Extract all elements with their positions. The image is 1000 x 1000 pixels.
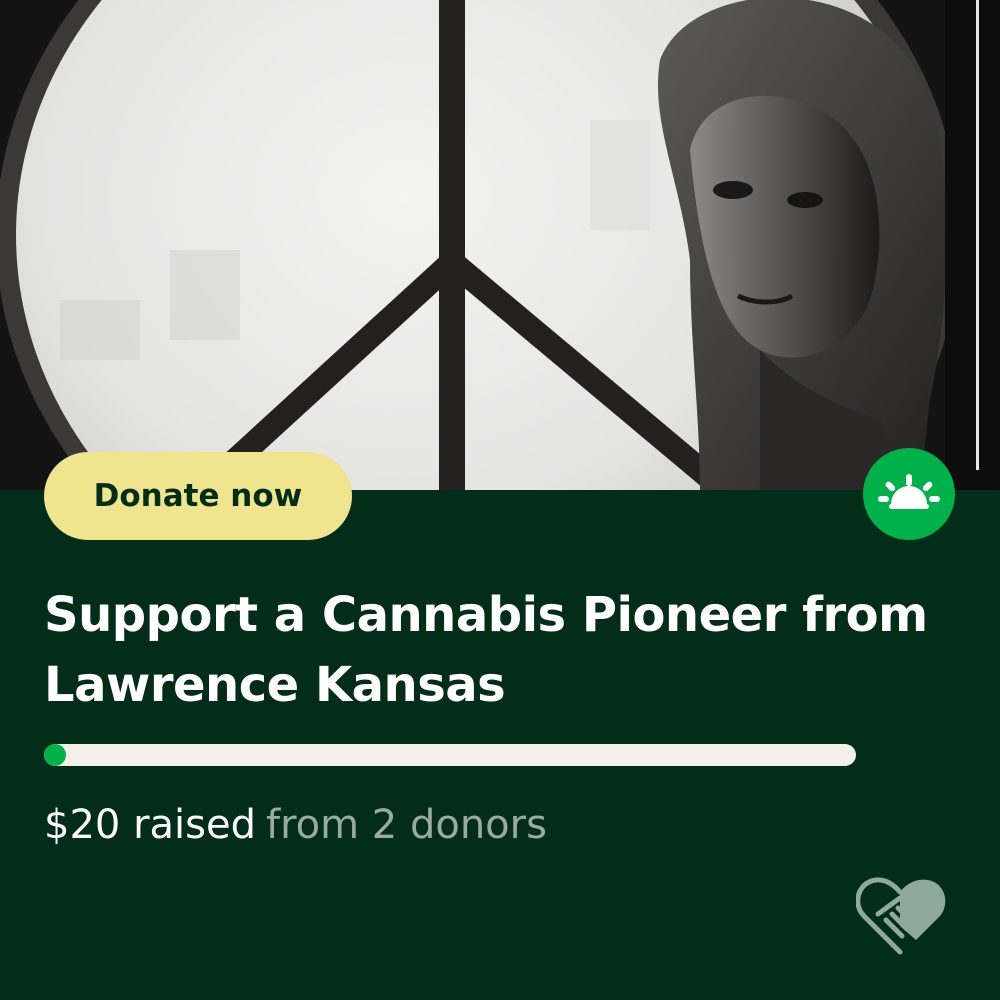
- progress-fill: [44, 744, 66, 766]
- campaign-title[interactable]: Support a Cannabis Pioneer from Lawrence…: [44, 580, 964, 720]
- fundraising-progress-bar: [44, 744, 856, 766]
- campaign-card[interactable]: Donate now Support a Cannabis Pioneer fr…: [0, 0, 1000, 1000]
- campaign-photo[interactable]: [0, 0, 1000, 490]
- donor-count: from 2 donors: [265, 802, 547, 848]
- amount-raised: $20 raised: [44, 802, 256, 848]
- amount-raised-summary: $20 raised from 2 donors: [44, 798, 547, 852]
- donate-now-button[interactable]: Donate now: [44, 452, 352, 540]
- heart-handshake-icon: [855, 874, 948, 956]
- gofundme-sprout-icon: [863, 448, 955, 540]
